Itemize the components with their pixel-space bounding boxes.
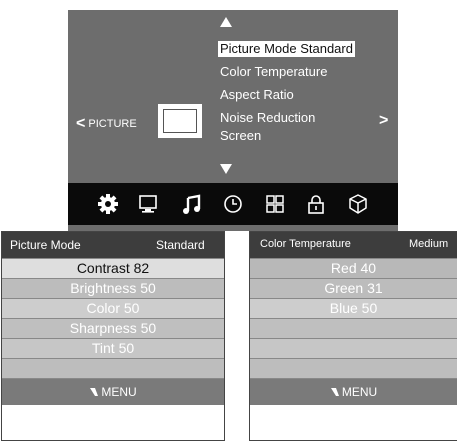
table-row-green[interactable]: Green 31 — [250, 278, 457, 298]
menu-item-color-temperature[interactable]: Color Temperature — [220, 64, 327, 80]
chevron-right-icon[interactable]: > — [379, 112, 388, 130]
header-label: Picture Mode — [10, 238, 81, 252]
table-row-empty — [250, 318, 457, 338]
table-row-tint[interactable]: Tint 50 — [2, 338, 224, 358]
music-note-icon[interactable] — [181, 193, 203, 215]
menu-item-noise-reduction[interactable]: Noise Reduction — [220, 110, 315, 126]
menu-footer[interactable]: MENU — [2, 378, 224, 405]
header-value[interactable]: Medium — [409, 238, 448, 250]
menu-item-picture-mode[interactable]: Picture Mode Standard — [218, 41, 355, 57]
menu-item-aspect-ratio[interactable]: Aspect Ratio — [220, 87, 294, 103]
table-row-contrast[interactable]: Contrast 82 — [2, 258, 224, 278]
table-row-red[interactable]: Red 40 — [250, 258, 457, 278]
table-row-empty — [250, 358, 457, 378]
lock-icon[interactable] — [305, 193, 327, 215]
clock-icon[interactable] — [222, 193, 244, 215]
nav-category-label: PICTURE — [88, 118, 137, 130]
cube-icon[interactable] — [347, 193, 369, 215]
table-row-blue[interactable]: Blue 50 — [250, 298, 457, 318]
menu-icon-bar — [68, 183, 398, 225]
return-arrow-icon — [90, 388, 99, 396]
table-row-brightness[interactable]: Brightness 50 — [2, 278, 224, 298]
table-row-empty — [2, 358, 224, 378]
header-value[interactable]: Standard — [156, 238, 205, 252]
menu-footer[interactable]: MENU — [250, 378, 457, 405]
grid-icon[interactable] — [264, 193, 286, 215]
nav-previous[interactable]: < PICTURE — [76, 115, 137, 133]
table-row-sharpness[interactable]: Sharpness 50 — [2, 318, 224, 338]
chevron-left-icon: < — [76, 115, 86, 132]
menu-footer-label: MENU — [341, 385, 378, 399]
monitor-icon[interactable] — [137, 193, 159, 215]
menu-item-screen[interactable]: Screen — [220, 128, 261, 144]
return-arrow-icon — [330, 388, 339, 396]
scroll-up-icon[interactable] — [220, 17, 232, 27]
header-label: Color Temperature — [260, 238, 351, 250]
picture-osd-panel: Picture Mode Standard Color Temperature … — [68, 10, 398, 231]
gear-icon[interactable] — [97, 193, 119, 215]
table-row-empty — [250, 338, 457, 358]
table-header: Color Temperature Medium — [250, 232, 457, 258]
menu-footer-label: MENU — [101, 385, 137, 399]
table-header: Picture Mode Standard — [2, 232, 224, 258]
picture-mode-table: Picture Mode Standard Contrast 82 Bright… — [1, 231, 225, 441]
color-temperature-table: Color Temperature Medium Red 40 Green 31… — [249, 231, 457, 441]
picture-preview-box — [158, 104, 202, 138]
scroll-down-icon[interactable] — [220, 164, 232, 174]
table-row-color[interactable]: Color 50 — [2, 298, 224, 318]
